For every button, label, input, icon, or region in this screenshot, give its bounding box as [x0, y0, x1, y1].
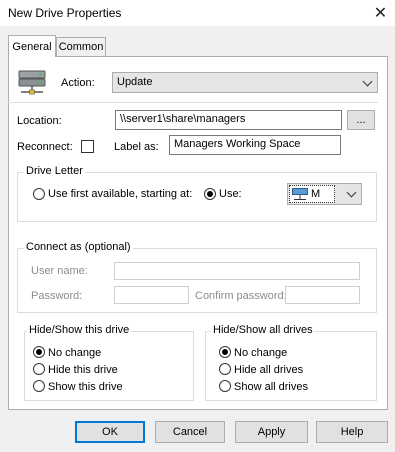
drive-no-change-radio[interactable]	[33, 346, 45, 358]
divider	[8, 102, 378, 103]
all-no-change-label: No change	[234, 347, 288, 359]
chevron-down-icon	[362, 76, 373, 87]
window-title: New Drive Properties	[8, 6, 122, 20]
reconnect-checkbox[interactable]	[81, 140, 94, 153]
tab-common[interactable]: Common	[56, 37, 106, 56]
hide-show-drive-title: Hide/Show this drive	[27, 324, 132, 336]
browse-button[interactable]: ...	[347, 110, 375, 130]
close-icon[interactable]: ✕	[366, 0, 395, 26]
use-letter-radio[interactable]	[204, 188, 216, 200]
location-input[interactable]: \\server1\share\managers	[115, 110, 342, 130]
hide-this-drive-radio[interactable]	[33, 363, 45, 375]
mapped-drive-icon	[292, 188, 308, 200]
action-label: Action:	[61, 77, 95, 89]
reconnect-label: Reconnect:	[17, 141, 73, 153]
help-button[interactable]: Help	[316, 421, 388, 443]
drive-letter-dropdown[interactable]: M	[287, 183, 362, 205]
username-label: User name:	[31, 265, 88, 277]
show-this-drive-radio[interactable]	[33, 380, 45, 392]
chevron-down-icon	[346, 187, 357, 198]
action-dropdown[interactable]: Update	[112, 72, 378, 93]
connect-as-title: Connect as (optional)	[24, 241, 133, 253]
label-as-label: Label as:	[114, 141, 159, 153]
tab-general[interactable]: General	[8, 35, 56, 57]
apply-button[interactable]: Apply	[235, 421, 308, 443]
cancel-button[interactable]: Cancel	[155, 421, 225, 443]
show-all-drives-radio[interactable]	[219, 380, 231, 392]
drive-letter-title: Drive Letter	[24, 165, 85, 177]
password-label: Password:	[31, 290, 83, 302]
use-first-available-radio[interactable]	[33, 188, 45, 200]
action-value: Update	[117, 76, 153, 88]
ok-button[interactable]: OK	[75, 421, 145, 443]
drive-letter-value: M	[311, 188, 321, 200]
use-letter-label: Use:	[219, 188, 242, 200]
all-no-change-radio[interactable]	[219, 346, 231, 358]
username-input[interactable]	[114, 262, 360, 280]
confirm-password-input[interactable]	[285, 286, 360, 304]
use-first-available-label: Use first available, starting at:	[48, 188, 193, 200]
label-as-input[interactable]: Managers Working Space	[169, 135, 341, 155]
show-all-drives-label: Show all drives	[234, 381, 308, 393]
network-drive-icon	[17, 68, 47, 96]
location-label: Location:	[17, 115, 62, 127]
hide-show-all-title: Hide/Show all drives	[211, 324, 315, 336]
drive-no-change-label: No change	[48, 347, 102, 359]
confirm-password-label: Confirm password:	[195, 290, 287, 302]
password-input[interactable]	[114, 286, 189, 304]
hide-this-drive-label: Hide this drive	[48, 364, 118, 376]
hide-all-drives-label: Hide all drives	[234, 364, 304, 376]
hide-all-drives-radio[interactable]	[219, 363, 231, 375]
show-this-drive-label: Show this drive	[48, 381, 123, 393]
